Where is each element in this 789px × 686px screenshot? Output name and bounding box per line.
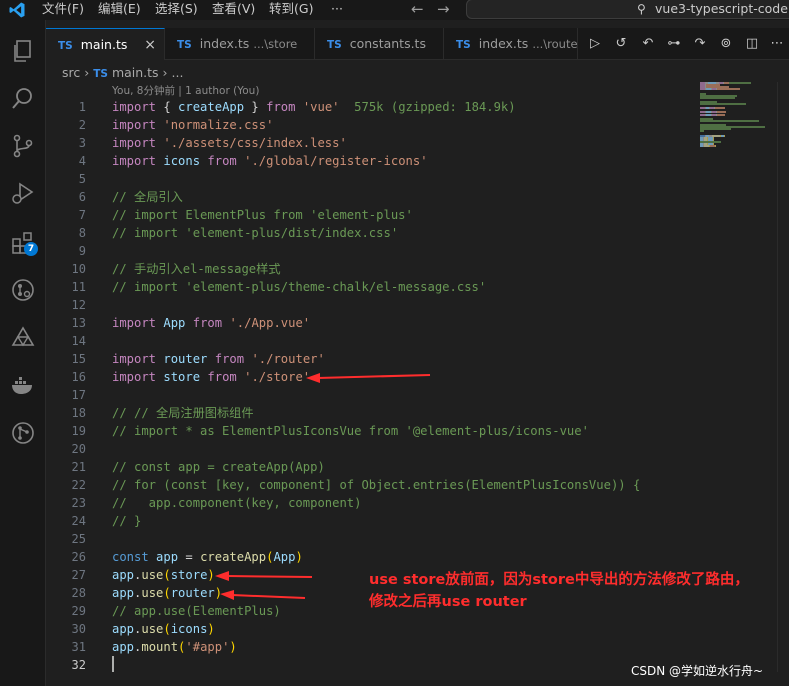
arrow-to-import-store (306, 373, 431, 383)
watermark: CSDN @学如逆水行舟~ (631, 664, 764, 678)
annotation-arrows (215, 373, 431, 600)
arrow-to-use-store (215, 571, 313, 581)
vertical-scrollbar[interactable] (777, 82, 789, 672)
minimap-line (700, 96, 735, 99)
minimap-line (700, 130, 704, 133)
minimap-line (700, 103, 746, 105)
minimap-line (729, 82, 751, 84)
minimap-line (717, 113, 725, 116)
minimap-line (715, 107, 725, 110)
minimap[interactable] (700, 82, 778, 152)
text-cursor (112, 656, 114, 672)
minimap-line (715, 145, 716, 147)
minimap-line (700, 119, 759, 122)
minimap-line (717, 88, 740, 91)
arrow-to-use-router (220, 590, 306, 600)
minimap-line (700, 128, 731, 131)
minimap-line (724, 134, 725, 137)
